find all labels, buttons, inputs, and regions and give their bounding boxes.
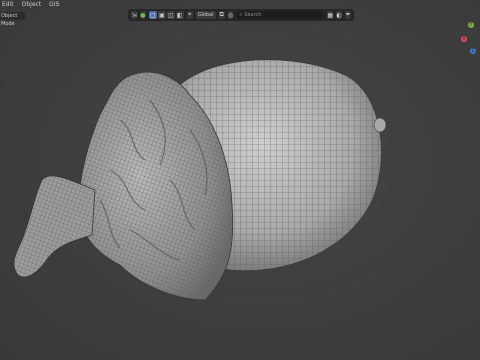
acorn-mesh[interactable] — [0, 0, 480, 360]
mode-selector[interactable]: Object Mode — [0, 12, 25, 27]
menu-gis[interactable]: GIS — [49, 0, 59, 10]
search-placeholder: Search — [244, 12, 262, 18]
filter-icon[interactable]: ⏷ — [345, 11, 352, 19]
select-mode-icon[interactable]: ⇲ — [131, 11, 137, 19]
3d-viewport[interactable]: Edit Object GIS Object Mode ⇲ ● ▢ ▣ ◫ ◧ … — [0, 0, 480, 360]
select-box-icon[interactable]: ▢ — [148, 11, 157, 19]
gizmo-z-axis[interactable]: Z — [470, 48, 476, 54]
proportional-icon[interactable]: ◎ — [227, 11, 234, 19]
menu-object[interactable]: Object — [22, 0, 42, 10]
green-dot-icon[interactable]: ● — [139, 11, 146, 19]
gizmo-y-axis[interactable]: Y — [468, 22, 474, 28]
search-field[interactable]: ⌕ Search — [236, 11, 325, 19]
menu-bar: Edit Object GIS — [0, 0, 62, 10]
overlay-icon[interactable]: ◐ — [336, 11, 343, 19]
select-extend-icon[interactable]: ▣ — [157, 11, 166, 19]
snap-icon[interactable]: ⧉ — [218, 11, 225, 19]
select-mode-group: ▢ ▣ ◫ ◧ — [148, 11, 184, 19]
view-icon[interactable]: ▦ — [327, 11, 334, 19]
navigation-gizmo[interactable]: Y X Z — [460, 18, 480, 58]
menu-edit[interactable]: Edit — [2, 0, 14, 10]
gizmo-x-axis[interactable]: X — [461, 36, 467, 42]
select-intersect-icon[interactable]: ◧ — [175, 11, 184, 19]
orientation-dropdown[interactable]: Global — [195, 11, 216, 19]
select-subtract-icon[interactable]: ◫ — [166, 11, 175, 19]
acorn-tip — [373, 117, 387, 133]
viewport-header: ⇲ ● ▢ ▣ ◫ ◧ ⌖ Global ⧉ ◎ ⌕ Search ▦ ◐ ⏷ — [128, 9, 354, 21]
search-icon: ⌕ — [239, 12, 243, 18]
pivot-icon[interactable]: ⌖ — [186, 11, 193, 19]
